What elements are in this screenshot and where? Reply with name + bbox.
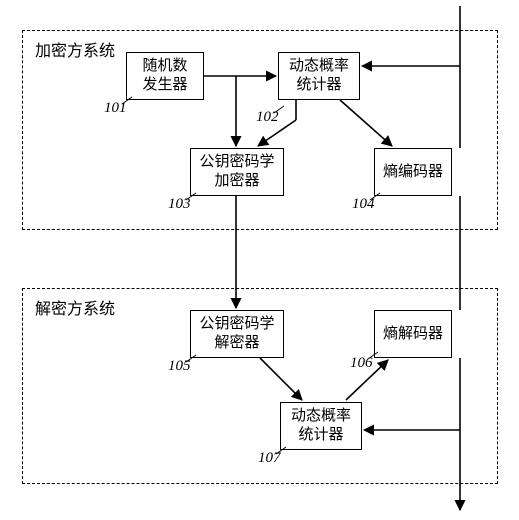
node-105: 公钥密码学 解密器	[190, 310, 284, 358]
node-101: 随机数 发生器	[126, 52, 204, 100]
node-106: 熵解码器	[374, 310, 452, 358]
node-102: 动态概率 统计器	[278, 52, 360, 100]
ref-101: 101	[104, 100, 127, 117]
encryption-group: 加密方系统	[22, 30, 498, 230]
ref-106: 106	[350, 355, 373, 372]
ref-104: 104	[352, 196, 375, 213]
node-107: 动态概率 统计器	[280, 402, 362, 450]
encryption-group-label: 加密方系统	[35, 37, 115, 61]
node-104-label: 熵编码器	[383, 163, 443, 182]
decryption-group-label: 解密方系统	[35, 295, 115, 319]
ref-105: 105	[168, 358, 191, 375]
node-104: 熵编码器	[374, 148, 452, 196]
node-103: 公钥密码学 加密器	[190, 148, 284, 196]
ref-103: 103	[168, 196, 191, 213]
node-103-label: 公钥密码学 加密器	[199, 153, 274, 191]
ref-107: 107	[258, 450, 281, 467]
node-106-label: 熵解码器	[383, 325, 443, 344]
node-102-label: 动态概率 统计器	[289, 57, 349, 95]
node-107-label: 动态概率 统计器	[291, 407, 351, 445]
ref-102: 102	[256, 109, 279, 126]
node-105-label: 公钥密码学 解密器	[199, 315, 274, 353]
node-101-label: 随机数 发生器	[142, 57, 187, 95]
